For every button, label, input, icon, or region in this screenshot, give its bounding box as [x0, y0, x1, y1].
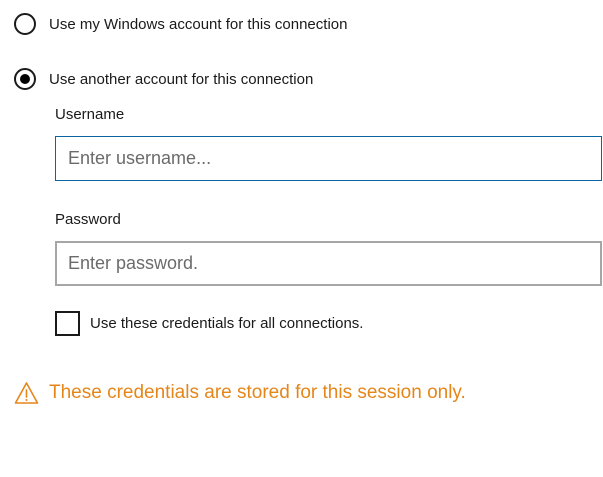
session-warning: These credentials are stored for this se…: [14, 381, 466, 405]
another-account-radio[interactable]: Use another account for this connection: [14, 68, 313, 90]
radio-unselected-icon[interactable]: [14, 13, 36, 35]
checkbox-unchecked-icon[interactable]: [55, 311, 80, 336]
save-credentials-label[interactable]: Use these credentials for all connection…: [90, 315, 363, 332]
windows-account-radio-label[interactable]: Use my Windows account for this connecti…: [49, 16, 347, 33]
username-input[interactable]: [55, 136, 602, 181]
password-label: Password: [55, 211, 121, 228]
warning-triangle-icon: [14, 382, 39, 404]
warning-text: These credentials are stored for this se…: [49, 382, 466, 403]
password-input[interactable]: [55, 241, 602, 286]
radio-selected-icon[interactable]: [14, 68, 36, 90]
username-label: Username: [55, 106, 125, 123]
connection-credentials-panel: Use my Windows account for this connecti…: [0, 0, 603, 477]
another-account-radio-label[interactable]: Use another account for this connection: [49, 71, 313, 88]
radio-dot-icon: [20, 74, 30, 84]
windows-account-radio[interactable]: Use my Windows account for this connecti…: [14, 13, 347, 35]
save-credentials-checkbox[interactable]: Use these credentials for all connection…: [55, 311, 363, 336]
